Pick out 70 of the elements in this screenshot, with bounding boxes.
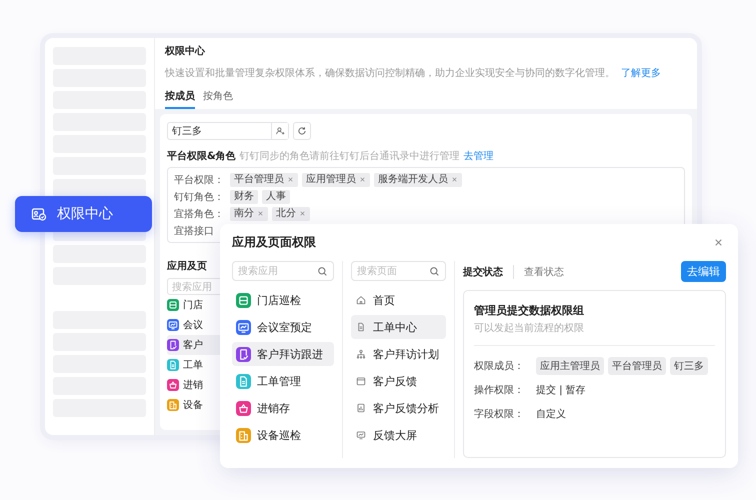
tab[interactable]: 提交状态: [463, 264, 514, 278]
role-tag: 北分: [272, 206, 310, 220]
page-list-item[interactable]: 工单中心: [351, 315, 446, 339]
field-label: 宜搭接口: [174, 224, 215, 238]
id-card-icon: [31, 206, 47, 222]
role-tag: 南分: [230, 206, 268, 220]
close-icon[interactable]: [287, 176, 294, 183]
app-list-item[interactable]: 设备: [167, 395, 227, 415]
search-icon: [429, 266, 440, 276]
app-list-item[interactable]: 门店: [167, 295, 227, 315]
tab[interactable]: 按角色: [203, 89, 233, 109]
close-icon: [713, 237, 724, 248]
page-list-item[interactable]: 客户拜访计划: [351, 342, 446, 366]
role-tag: 财务: [230, 190, 258, 204]
close-icon[interactable]: [451, 176, 458, 183]
group-subtitle: 可以发起当前流程的权限: [474, 322, 585, 335]
dialog-title: 应用及页面权限: [232, 234, 316, 251]
edit-button[interactable]: 去编辑: [681, 261, 726, 282]
tab[interactable]: 按成员: [165, 89, 195, 109]
app-list-item[interactable]: 工单管理: [232, 369, 334, 393]
field-label: 平台权限：: [174, 174, 225, 186]
page-list-item[interactable]: 客户反馈分析: [351, 396, 446, 420]
field-value: 提交 | 暂存: [536, 384, 586, 397]
refresh-button[interactable]: [293, 122, 311, 140]
role-tag: 服务端开发人员: [374, 172, 462, 186]
page-list-item[interactable]: 反馈大屏: [351, 423, 446, 447]
app-list-item[interactable]: 会议室预定: [232, 315, 334, 339]
monitor-icon: [355, 429, 367, 441]
field-label: 字段权限：: [474, 408, 525, 421]
search-field[interactable]: 钉三多: [167, 122, 289, 140]
field-label: 宜搭角色：: [174, 208, 225, 220]
manage-link[interactable]: 去管理: [464, 149, 494, 163]
person-icon: [275, 126, 285, 136]
app-list-item[interactable]: 工单: [167, 355, 227, 375]
close-icon[interactable]: [359, 176, 366, 183]
page-description: 快速设置和批量管理复杂权限体系，确保数据访问控制精确，助力企业实现安全与协同的数字化管理。: [165, 66, 615, 80]
org-chart-icon: [355, 348, 367, 360]
app-list-item[interactable]: 客户拜访跟进: [232, 342, 334, 366]
chart-icon: [355, 402, 367, 414]
app-list-item[interactable]: 会议: [167, 315, 227, 335]
role-tag: 平台管理员: [230, 172, 298, 186]
section-hint: 钉钉同步的角色请前往钉钉后台通讯录中进行管理: [240, 150, 460, 163]
app-list-item[interactable]: 进销: [167, 375, 227, 395]
window-icon: [355, 375, 367, 387]
app-list-item[interactable]: 进销存: [232, 396, 334, 420]
member-tag: 钉三多: [670, 357, 708, 375]
role-tag: 应用管理员: [302, 172, 370, 186]
section-title: 应用及页: [167, 259, 207, 273]
search-icon: [317, 266, 328, 276]
field-label: 操作权限：: [474, 384, 525, 397]
field-label: 钉钉角色：: [174, 190, 225, 204]
learn-more-link[interactable]: 了解更多: [621, 66, 661, 80]
close-icon[interactable]: [299, 210, 306, 217]
member-tag: 平台管理员: [608, 357, 666, 375]
field-value: 自定义: [536, 408, 566, 421]
home-icon: [355, 294, 367, 306]
member-tag: 应用主管理员: [536, 357, 604, 375]
role-tag: 人事: [262, 190, 290, 204]
badge-label: 权限中心: [57, 205, 113, 223]
refresh-icon: [297, 126, 307, 136]
add-member-button[interactable]: [271, 123, 288, 139]
page-title: 权限中心: [165, 44, 206, 58]
tab[interactable]: 查看状态: [514, 264, 574, 278]
page-list-item[interactable]: 客户反馈: [351, 369, 446, 393]
field-label: 权限成员：: [474, 360, 525, 373]
page-list-item[interactable]: 首页: [351, 288, 446, 312]
section-title: 平台权限&角色: [167, 150, 236, 163]
group-title: 管理员提交数据权限组: [474, 303, 585, 318]
close-icon[interactable]: [257, 210, 264, 217]
app-list-item[interactable]: 设备巡检: [232, 423, 334, 447]
